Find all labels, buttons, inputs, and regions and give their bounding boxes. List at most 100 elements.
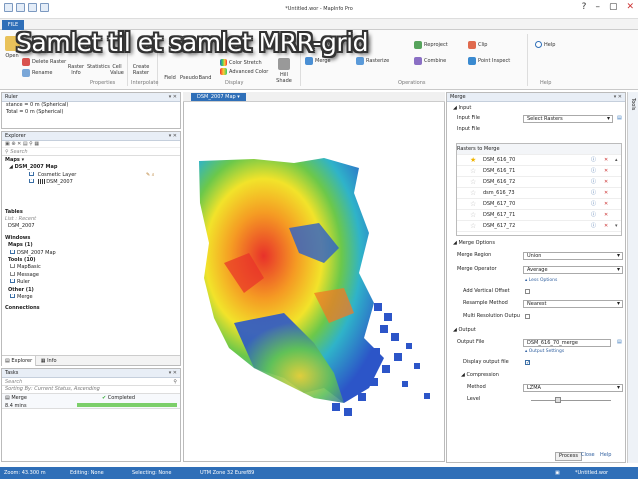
tasks-search-input[interactable]: Search ⚲ bbox=[2, 378, 180, 386]
remove-icon[interactable]: ✕ bbox=[604, 177, 608, 188]
task-row[interactable]: ▤ Merge 8.4 mins ✔ Completed bbox=[2, 393, 180, 410]
layer-cosmetic[interactable]: Cosmetic Layer ✎ ⌕ bbox=[5, 171, 177, 179]
raster-row[interactable]: ☆ DSM_616_72 ⓘ ✕ bbox=[457, 177, 621, 188]
multi-resolution-checkbox[interactable] bbox=[525, 314, 530, 319]
resample-method-dropdown[interactable]: Nearest bbox=[523, 299, 623, 308]
display-output-checkbox[interactable] bbox=[525, 358, 530, 369]
tab-info[interactable]: ▦ Info bbox=[38, 356, 60, 366]
map-item[interactable]: ◢ DSM_2007 Map bbox=[5, 164, 177, 171]
tasks-sorting[interactable]: Sorting By: Current Status, Ascending bbox=[2, 386, 180, 393]
info-icon[interactable]: ⓘ bbox=[591, 177, 596, 188]
maps-header[interactable]: Maps ▾ bbox=[5, 157, 177, 164]
star-icon[interactable]: ★ bbox=[470, 155, 476, 165]
star-icon[interactable]: ☆ bbox=[470, 221, 476, 231]
tool-checkbox[interactable] bbox=[10, 264, 15, 269]
raster-row[interactable]: ★ DSM_616_70 ⓘ ✕ ▴ bbox=[457, 155, 621, 166]
connections-header[interactable]: Connections bbox=[5, 305, 177, 312]
layer-dsm[interactable]: DSM_2007 bbox=[5, 179, 177, 186]
notification-icon[interactable]: ▣ bbox=[555, 467, 560, 479]
hill-shade-button[interactable]: Hill Shade bbox=[275, 58, 293, 84]
merge-region-dropdown[interactable]: Union bbox=[523, 251, 623, 260]
info-icon[interactable]: ⓘ bbox=[591, 221, 596, 232]
tables-filter[interactable]: List : Recent bbox=[5, 216, 177, 223]
tab-explorer[interactable]: ▤ Explorer bbox=[2, 356, 37, 366]
combine-button[interactable]: Combine bbox=[414, 57, 446, 65]
panel-controls-icon[interactable]: ▾ ✕ bbox=[169, 93, 177, 102]
other-item[interactable]: Merge bbox=[5, 294, 177, 301]
tool-item[interactable]: Message bbox=[5, 271, 177, 279]
windows-tools-group[interactable]: Tools (10) bbox=[5, 257, 177, 264]
maximize-icon[interactable]: ▢ bbox=[609, 2, 618, 13]
star-icon[interactable]: ☆ bbox=[470, 199, 476, 209]
remove-icon[interactable]: ✕ bbox=[604, 166, 608, 177]
info-icon[interactable]: ⓘ bbox=[591, 199, 596, 210]
create-raster-button[interactable]: Create Raster bbox=[131, 64, 151, 76]
status-selecting[interactable]: Selecting: None bbox=[132, 467, 171, 479]
merge-options-header[interactable]: ◢ Merge Options bbox=[447, 238, 625, 248]
windows-other-group[interactable]: Other (1) bbox=[5, 287, 177, 294]
cell-value-button[interactable]: Cell Value bbox=[109, 64, 125, 76]
windows-header[interactable]: Windows bbox=[5, 235, 177, 242]
raster-row[interactable]: ☆ DSM_617_72 ⓘ ✕ ▾ bbox=[457, 221, 621, 232]
star-icon[interactable]: ☆ bbox=[470, 177, 476, 187]
scroll-up-icon[interactable]: ▴ bbox=[615, 155, 618, 166]
less-options-link[interactable]: ▴ Less Options bbox=[525, 278, 557, 283]
help-icon[interactable]: ? bbox=[582, 2, 587, 13]
star-icon[interactable]: ☆ bbox=[470, 210, 476, 220]
delete-raster-button[interactable]: Delete Raster bbox=[22, 58, 66, 66]
status-editing[interactable]: Editing: None bbox=[70, 467, 104, 479]
tool-checkbox[interactable] bbox=[10, 271, 15, 276]
rasterize-button[interactable]: Rasterize bbox=[356, 57, 389, 65]
clip-button[interactable]: Clip bbox=[468, 41, 487, 49]
input-section-header[interactable]: ◢ Input bbox=[447, 103, 625, 113]
tools-side-tab[interactable]: Tools bbox=[630, 98, 636, 110]
info-icon[interactable]: ⓘ bbox=[591, 210, 596, 221]
output-section-header[interactable]: ◢ Output bbox=[447, 325, 625, 335]
remove-icon[interactable]: ✕ bbox=[604, 155, 608, 166]
status-zoom[interactable]: Zoom: 43.300 m bbox=[4, 467, 46, 479]
remove-icon[interactable]: ✕ bbox=[604, 221, 608, 232]
merge-ribbon-button[interactable]: Merge bbox=[305, 57, 331, 65]
panel-controls-icon[interactable]: ▾ ✕ bbox=[169, 369, 177, 378]
pseudo-button[interactable]: Pseudo bbox=[180, 75, 198, 81]
other-checkbox[interactable] bbox=[10, 294, 15, 299]
field-button[interactable]: Field bbox=[163, 75, 177, 81]
close-button[interactable]: Close bbox=[581, 452, 595, 459]
remove-icon[interactable]: ✕ bbox=[604, 199, 608, 210]
tool-checkbox[interactable] bbox=[10, 279, 15, 284]
help-button[interactable]: Help bbox=[535, 41, 555, 48]
panel-controls-icon[interactable]: ▾ ✕ bbox=[614, 93, 622, 102]
band-button[interactable]: Band bbox=[198, 75, 212, 81]
map-window[interactable] bbox=[183, 92, 445, 462]
reproject-button[interactable]: Reproject bbox=[414, 41, 448, 49]
tool-item[interactable]: MapBasic bbox=[5, 264, 177, 271]
star-icon[interactable]: ☆ bbox=[470, 188, 476, 198]
tables-header[interactable]: Tables bbox=[5, 209, 177, 216]
point-inspect-button[interactable]: Point Inspect bbox=[468, 57, 510, 65]
window-checkbox[interactable] bbox=[10, 249, 15, 254]
rename-button[interactable]: Rename bbox=[22, 69, 53, 77]
remove-icon[interactable]: ✕ bbox=[604, 188, 608, 199]
info-icon[interactable]: ⓘ bbox=[591, 155, 596, 166]
raster-row[interactable]: ☆ DSM_617_70 ⓘ ✕ bbox=[457, 199, 621, 210]
raster-row[interactable]: ☆ DSM_616_71 ⓘ ✕ bbox=[457, 166, 621, 177]
compression-row[interactable]: ◢ Compression bbox=[447, 370, 625, 381]
browse-icon[interactable]: ▤ bbox=[617, 337, 622, 348]
close-icon[interactable]: ✕ bbox=[626, 2, 634, 13]
process-button[interactable]: Process bbox=[555, 452, 582, 461]
output-settings-link[interactable]: ▴ Output Settings bbox=[525, 349, 564, 354]
tab-map[interactable]: DSM_2007 Map ▾ bbox=[191, 93, 246, 101]
vertical-offset-checkbox[interactable] bbox=[525, 289, 530, 294]
select-rasters-dropdown[interactable]: Select Rasters bbox=[523, 114, 613, 123]
output-file-input[interactable]: DSM_616_70_merge bbox=[523, 338, 611, 347]
level-slider-thumb[interactable] bbox=[555, 397, 561, 403]
raster-row[interactable]: ☆ dsm_616_73 ⓘ ✕ bbox=[457, 188, 621, 199]
info-icon[interactable]: ⓘ bbox=[591, 166, 596, 177]
minimize-icon[interactable]: – bbox=[595, 2, 600, 13]
color-stretch-button[interactable]: Color Stretch bbox=[220, 59, 262, 66]
statistics-button[interactable]: Statistics bbox=[87, 64, 110, 70]
raster-row[interactable]: ☆ DSM_617_71 ⓘ ✕ bbox=[457, 210, 621, 221]
edit-layer-icon[interactable]: ✎ ⌕ bbox=[146, 172, 155, 179]
windows-maps-group[interactable]: Maps (1) bbox=[5, 242, 177, 249]
browse-icon[interactable]: ▤ bbox=[617, 113, 622, 124]
